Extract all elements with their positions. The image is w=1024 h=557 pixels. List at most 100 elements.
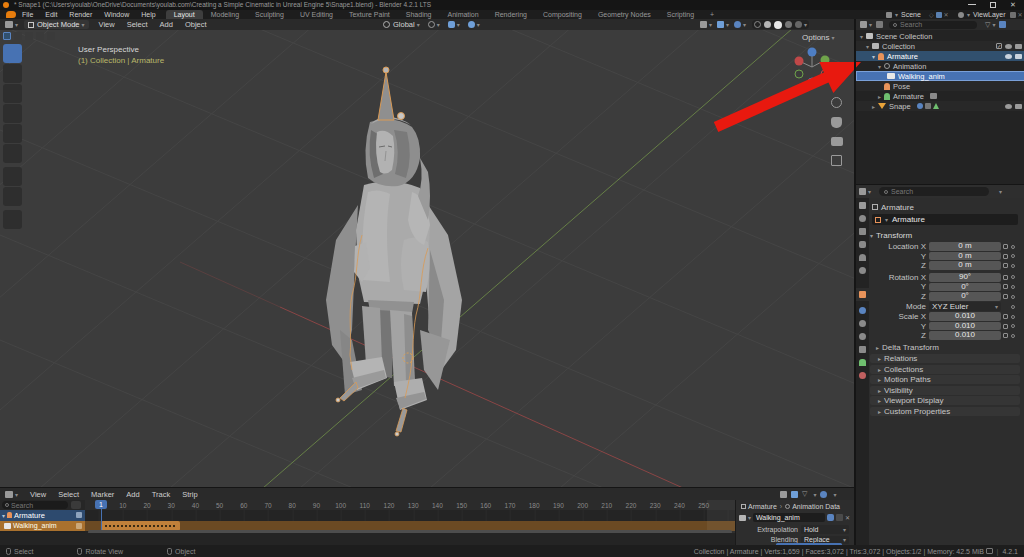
animate-dot[interactable] <box>1011 275 1015 279</box>
minimize-button[interactable] <box>968 4 976 5</box>
tab-world[interactable] <box>859 267 866 274</box>
maximize-button[interactable] <box>990 2 996 8</box>
tab-view-layer[interactable] <box>859 241 866 248</box>
scene-selector[interactable]: ▾ Scene ◇ ✕ <box>886 10 949 19</box>
copy-icon[interactable] <box>836 514 843 521</box>
field-rotation-x[interactable]: Rotation X 90° <box>872 273 1022 282</box>
tool-add-cube[interactable] <box>3 210 22 229</box>
tab-shading[interactable]: Shading <box>398 10 440 19</box>
viewlayer-selector[interactable]: ▾ ViewLayer ✕ <box>958 10 1023 19</box>
viewport-menu-view[interactable]: View <box>93 20 121 29</box>
nla-editor-icon[interactable] <box>5 491 13 498</box>
nla-overlap-icon[interactable] <box>791 491 798 498</box>
outliner-row-walking-anim[interactable]: Walking_anim <box>856 71 1024 81</box>
outliner-row-animation[interactable]: ▾ Animation <box>856 61 1024 71</box>
mode-icon-4[interactable] <box>36 32 44 40</box>
show-gizmo-icon[interactable] <box>700 21 707 28</box>
lock-icon[interactable] <box>1003 294 1008 299</box>
tab-layout[interactable]: Layout <box>166 10 203 19</box>
navigation-gizmo[interactable] <box>788 43 836 91</box>
tab-rendering[interactable]: Rendering <box>487 10 535 19</box>
tab-scripting[interactable]: Scripting <box>659 10 702 19</box>
checkbox-icon[interactable]: ✓ <box>996 43 1002 49</box>
section-viewport-display[interactable]: ▸Viewport Display <box>870 396 1020 405</box>
nla-view-icon[interactable] <box>820 491 827 498</box>
lock-icon[interactable] <box>1003 333 1008 338</box>
tab-tool[interactable] <box>859 202 866 209</box>
menu-window[interactable]: Window <box>98 11 135 18</box>
nla-filter-toggle-icon[interactable] <box>71 501 81 509</box>
divider-viewport-nla[interactable] <box>0 487 856 488</box>
divider-vertical[interactable] <box>854 19 856 545</box>
blender-menu-logo-icon[interactable] <box>6 11 16 18</box>
perspective-toggle-icon[interactable] <box>831 155 842 166</box>
camera-view-icon[interactable] <box>831 137 843 146</box>
camera-visibility-icon[interactable] <box>1015 54 1022 59</box>
fake-user-shield-icon[interactable] <box>827 514 834 521</box>
action-name-field[interactable]: Walking_anim <box>753 513 825 522</box>
new-viewlayer-icon[interactable] <box>1010 12 1016 18</box>
pan-hand-icon[interactable] <box>831 117 842 128</box>
playhead-frame-badge[interactable]: 1 <box>95 500 107 509</box>
field-scale-z[interactable]: Z 0.010 <box>872 331 1022 340</box>
nla-ruler[interactable]: 1020304050607080901001101201301401501601… <box>85 500 735 510</box>
pin-icon[interactable]: ◇ <box>929 11 934 18</box>
section-motion-paths[interactable]: ▸Motion Paths <box>870 375 1020 384</box>
outliner-row-scene-collection[interactable]: ▾ Scene Collection <box>856 31 1024 41</box>
outliner-options-icon[interactable] <box>999 21 1006 28</box>
tab-scene[interactable] <box>859 254 866 261</box>
transform-panel-header[interactable]: ▾ Transform <box>870 230 912 240</box>
nla-pin-icon[interactable] <box>76 523 82 529</box>
field-rotation-z[interactable]: Z 0° <box>872 292 1022 301</box>
tab-data[interactable] <box>859 359 866 366</box>
animate-dot[interactable] <box>1011 315 1015 319</box>
camera-visibility-icon[interactable] <box>1015 104 1022 109</box>
select-mode-icon[interactable] <box>3 32 11 40</box>
tab-object-active[interactable] <box>856 288 869 301</box>
outliner-row-snape[interactable]: ▸ Snape <box>856 101 1024 111</box>
tab-texture-paint[interactable]: Texture Paint <box>341 10 398 19</box>
extrapolation-dropdown[interactable]: Hold▾ <box>801 525 849 534</box>
unlink-icon[interactable]: ✕ <box>845 514 850 521</box>
nla-channel-armature[interactable]: ▾ Armature <box>0 510 85 521</box>
tab-sculpting[interactable]: Sculpting <box>247 10 292 19</box>
viewport-menu-add[interactable]: Add <box>154 20 179 29</box>
outliner-row-armature-object[interactable]: ▾ Armature <box>856 51 1024 61</box>
lock-icon[interactable] <box>1003 324 1008 329</box>
tab-compositing[interactable]: Compositing <box>535 10 590 19</box>
nla-h-scrollbar[interactable] <box>88 530 732 533</box>
orientation-dropdown[interactable]: Global <box>393 20 415 29</box>
add-workspace-button[interactable]: + <box>702 10 722 19</box>
properties-editor-icon[interactable] <box>859 188 866 195</box>
tab-geometry-nodes[interactable]: Geometry Nodes <box>590 10 659 19</box>
tab-modifiers[interactable] <box>859 307 866 314</box>
section-delta-transform[interactable]: ▸Delta Transform <box>876 343 939 352</box>
field-scale-y[interactable]: Y 0.010 <box>872 322 1022 331</box>
editor-type-icon[interactable] <box>5 21 13 28</box>
nla-snap-icon[interactable] <box>780 491 787 498</box>
lock-icon[interactable] <box>1003 263 1008 268</box>
nla-menu-select[interactable]: Select <box>52 490 85 499</box>
tool-cursor[interactable] <box>3 64 22 83</box>
tool-move[interactable] <box>3 84 22 103</box>
options-dropdown[interactable]: Options▾ <box>802 33 835 42</box>
tab-output[interactable] <box>859 228 866 235</box>
nla-filter-icon[interactable]: ▽ <box>802 490 807 498</box>
shading-solid-icon[interactable] <box>764 21 771 28</box>
section-relations[interactable]: ▸Relations <box>870 354 1020 363</box>
eye-icon[interactable] <box>1005 54 1012 59</box>
tab-modeling[interactable]: Modeling <box>203 10 247 19</box>
object-name-field[interactable]: ▾ Armature <box>872 214 1018 225</box>
eye-icon[interactable] <box>1005 44 1012 49</box>
viewport-3d[interactable]: ▾ Object Mode▾ View Select Add Object Gl… <box>0 19 856 488</box>
mode-dropdown[interactable]: Object Mode▾ <box>24 20 89 29</box>
nla-menu-track[interactable]: Track <box>146 490 176 499</box>
viewport-menu-select[interactable]: Select <box>121 20 154 29</box>
field-rotation-y[interactable]: Y 0° <box>872 282 1022 291</box>
animate-dot[interactable] <box>1011 264 1015 268</box>
eye-icon[interactable] <box>1005 104 1012 109</box>
filter-icon[interactable]: ▽ <box>985 21 990 29</box>
xray-toggle-icon[interactable] <box>734 21 741 28</box>
tab-particles[interactable] <box>859 320 866 327</box>
tab-animation[interactable]: Animation <box>440 10 487 19</box>
